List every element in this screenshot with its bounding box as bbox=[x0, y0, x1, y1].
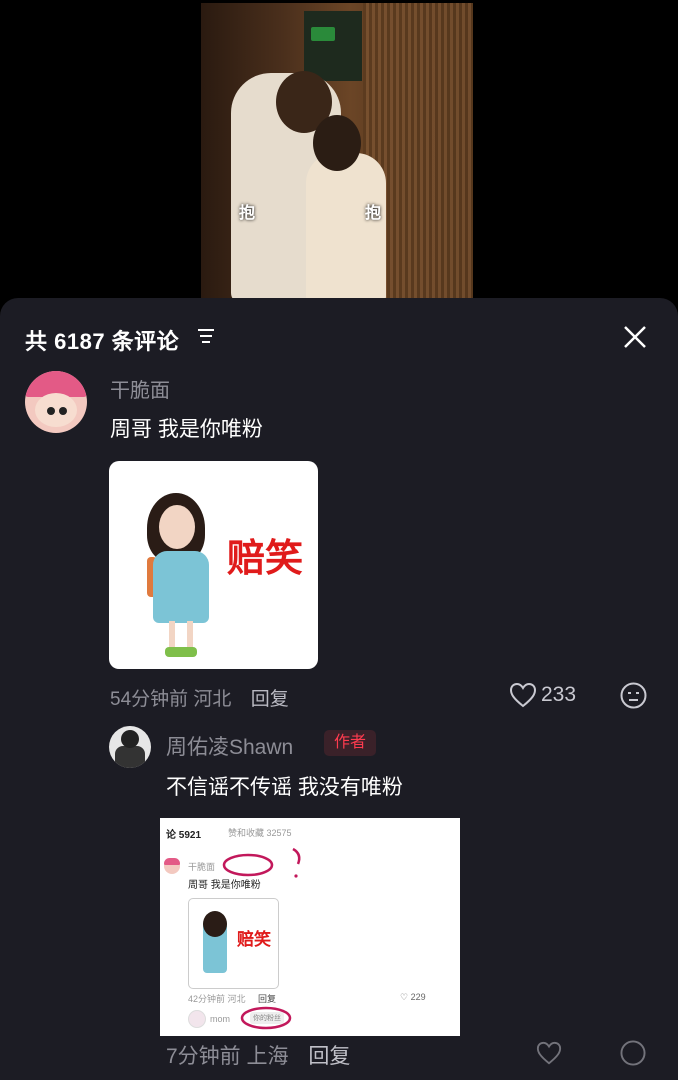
shot-comment-text: 周哥 我是你唯粉 bbox=[188, 880, 261, 891]
author-avatar[interactable] bbox=[109, 726, 151, 768]
like-count: 233 bbox=[541, 683, 577, 706]
heart-icon[interactable] bbox=[509, 682, 537, 708]
dislike-emoji-icon[interactable] bbox=[620, 682, 647, 709]
shot-meta: 42分钟前 河北 bbox=[188, 994, 246, 1004]
shot-likes: ♡ 229 bbox=[400, 992, 426, 1002]
reply-text: 不信谣不传谣 我没有唯粉 bbox=[166, 776, 403, 799]
video-player[interactable]: 抱 抱 bbox=[201, 3, 473, 301]
author-badge: 作者 bbox=[324, 730, 377, 756]
comment-text: 周哥 我是你唯粉 bbox=[110, 418, 263, 441]
comment-location: 河北 bbox=[193, 689, 232, 710]
close-icon[interactable] bbox=[620, 322, 650, 352]
reply-image[interactable]: 论 5921 赞和收藏 32575 干脆面 周哥 我是你唯粉 赔笑 42分钟前 … bbox=[160, 818, 460, 1036]
reply-reply-button[interactable]: 回复 bbox=[308, 1045, 350, 1068]
shot-username: 干脆面 bbox=[188, 862, 216, 872]
shot-reply-user: mom bbox=[210, 1014, 230, 1024]
shot-header-left: 论 5921 bbox=[166, 830, 202, 841]
comment-reply-button[interactable]: 回复 bbox=[251, 689, 289, 710]
commenter-username[interactable]: 干脆面 bbox=[110, 374, 170, 403]
reply-emoji-icon[interactable] bbox=[620, 1040, 646, 1066]
sticker-text: 赔笑 bbox=[227, 536, 304, 580]
reply-location: 上海 bbox=[246, 1045, 289, 1068]
reply-meta: 7分钟前 上海 回复 bbox=[166, 1040, 350, 1070]
comment-time: 54分钟前 bbox=[110, 689, 189, 710]
red-mark-annotation bbox=[292, 847, 301, 878]
shot-sticker-text: 赔笑 bbox=[237, 930, 271, 949]
shot-reply-avatar bbox=[188, 1010, 206, 1028]
comment-sticker[interactable]: 赔笑 bbox=[109, 461, 318, 669]
commenter-avatar[interactable] bbox=[25, 371, 87, 433]
red-circle-annotation-2 bbox=[240, 1006, 292, 1030]
exit-sign bbox=[311, 27, 335, 41]
comment-meta: 54分钟前 河北 回复 bbox=[110, 684, 289, 711]
red-circle-annotation bbox=[222, 853, 274, 877]
video-subtitle-left: 抱 bbox=[239, 205, 256, 222]
video-person-woman-head bbox=[313, 115, 361, 171]
reply-time: 7分钟前 bbox=[166, 1045, 241, 1068]
reply-heart-icon[interactable] bbox=[536, 1040, 562, 1066]
shot-header-right: 赞和收藏 32575 bbox=[228, 828, 292, 838]
video-person-woman bbox=[306, 153, 386, 301]
author-username[interactable]: 周佑凌Shawn bbox=[166, 731, 293, 761]
sort-icon[interactable] bbox=[196, 326, 216, 346]
background-door bbox=[304, 11, 362, 81]
video-subtitle-right: 抱 bbox=[365, 205, 382, 222]
comment-sheet: 共 6187 条评论 干脆面 周哥 我是你唯粉 赔笑 54分钟前 河北 回复 2… bbox=[0, 298, 678, 1080]
comment-count-title: 共 6187 条评论 bbox=[25, 329, 180, 354]
shot-sticker: 赔笑 bbox=[188, 898, 279, 989]
